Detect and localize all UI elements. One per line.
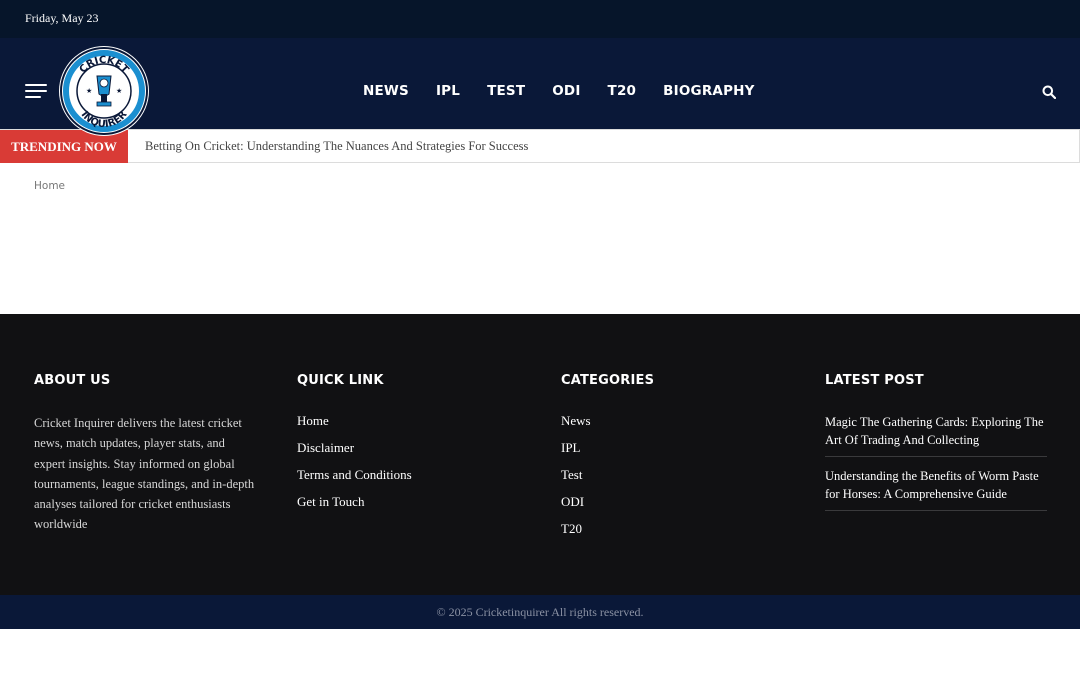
- footer-about-text: Cricket Inquirer delivers the latest cri…: [34, 416, 255, 532]
- nav-test[interactable]: TEST: [487, 83, 525, 99]
- footer-about-title: ABOUT US: [34, 373, 111, 388]
- copyright-text: © 2025 Cricketinquirer All rights reserv…: [436, 605, 644, 619]
- footer-link-home[interactable]: Home: [297, 413, 412, 429]
- footer-categories-title: CATEGORIES: [561, 373, 655, 388]
- footer-category-t20[interactable]: T20: [561, 521, 654, 537]
- svg-text:★: ★: [116, 87, 122, 95]
- nav-biography[interactable]: BIOGRAPHY: [663, 83, 754, 99]
- nav-ipl[interactable]: IPL: [436, 83, 460, 99]
- footer-latest-post: LATEST POST Magic The Gathering Cards: E…: [825, 373, 1047, 521]
- breadcrumb-home-link[interactable]: Home: [34, 180, 65, 192]
- footer-link-disclaimer[interactable]: Disclaimer: [297, 440, 412, 456]
- cricket-trophy-logo-icon: ★ ★ CRICKET INQUIRER: [60, 47, 148, 135]
- footer-category-ipl[interactable]: IPL: [561, 440, 654, 456]
- footer-category-test[interactable]: Test: [561, 467, 654, 483]
- footer-link-terms[interactable]: Terms and Conditions: [297, 467, 412, 483]
- footer-latest-post-title: LATEST POST: [825, 373, 924, 388]
- copyright-bar: © 2025 Cricketinquirer All rights reserv…: [0, 595, 1080, 629]
- footer-quick-link-title: QUICK LINK: [297, 373, 384, 388]
- hamburger-menu-icon[interactable]: [25, 84, 47, 100]
- site-footer: ABOUT US Cricket Inquirer delivers the l…: [0, 314, 1080, 595]
- footer-category-odi[interactable]: ODI: [561, 494, 654, 510]
- footer-categories: CATEGORIES News IPL Test ODI T20: [561, 373, 654, 548]
- trending-headline-link[interactable]: Betting On Cricket: Understanding The Nu…: [145, 139, 528, 154]
- latest-post-link[interactable]: Understanding the Benefits of Worm Paste…: [825, 467, 1047, 511]
- search-icon[interactable]: [1042, 85, 1056, 99]
- site-logo[interactable]: ★ ★ CRICKET INQUIRER: [59, 46, 149, 136]
- nav-news[interactable]: NEWS: [363, 83, 409, 99]
- trending-bar: TRENDING NOW Betting On Cricket: Underst…: [0, 129, 1080, 163]
- footer-category-news[interactable]: News: [561, 413, 654, 429]
- svg-text:★: ★: [86, 87, 92, 95]
- current-date: Friday, May 23: [25, 11, 99, 25]
- breadcrumb: Home: [34, 180, 65, 192]
- site-header: ★ ★ CRICKET INQUIRER NEWS IPL TEST ODI T…: [0, 38, 1080, 136]
- main-nav: NEWS IPL TEST ODI T20 BIOGRAPHY: [350, 83, 782, 99]
- latest-post-link[interactable]: Magic The Gathering Cards: Exploring The…: [825, 413, 1047, 457]
- footer-about: ABOUT US Cricket Inquirer delivers the l…: [34, 373, 259, 535]
- footer-link-get-in-touch[interactable]: Get in Touch: [297, 494, 412, 510]
- footer-quick-link: QUICK LINK Home Disclaimer Terms and Con…: [297, 373, 412, 521]
- top-bar: Friday, May 23: [0, 0, 1080, 38]
- nav-t20[interactable]: T20: [608, 83, 637, 99]
- nav-odi[interactable]: ODI: [552, 83, 580, 99]
